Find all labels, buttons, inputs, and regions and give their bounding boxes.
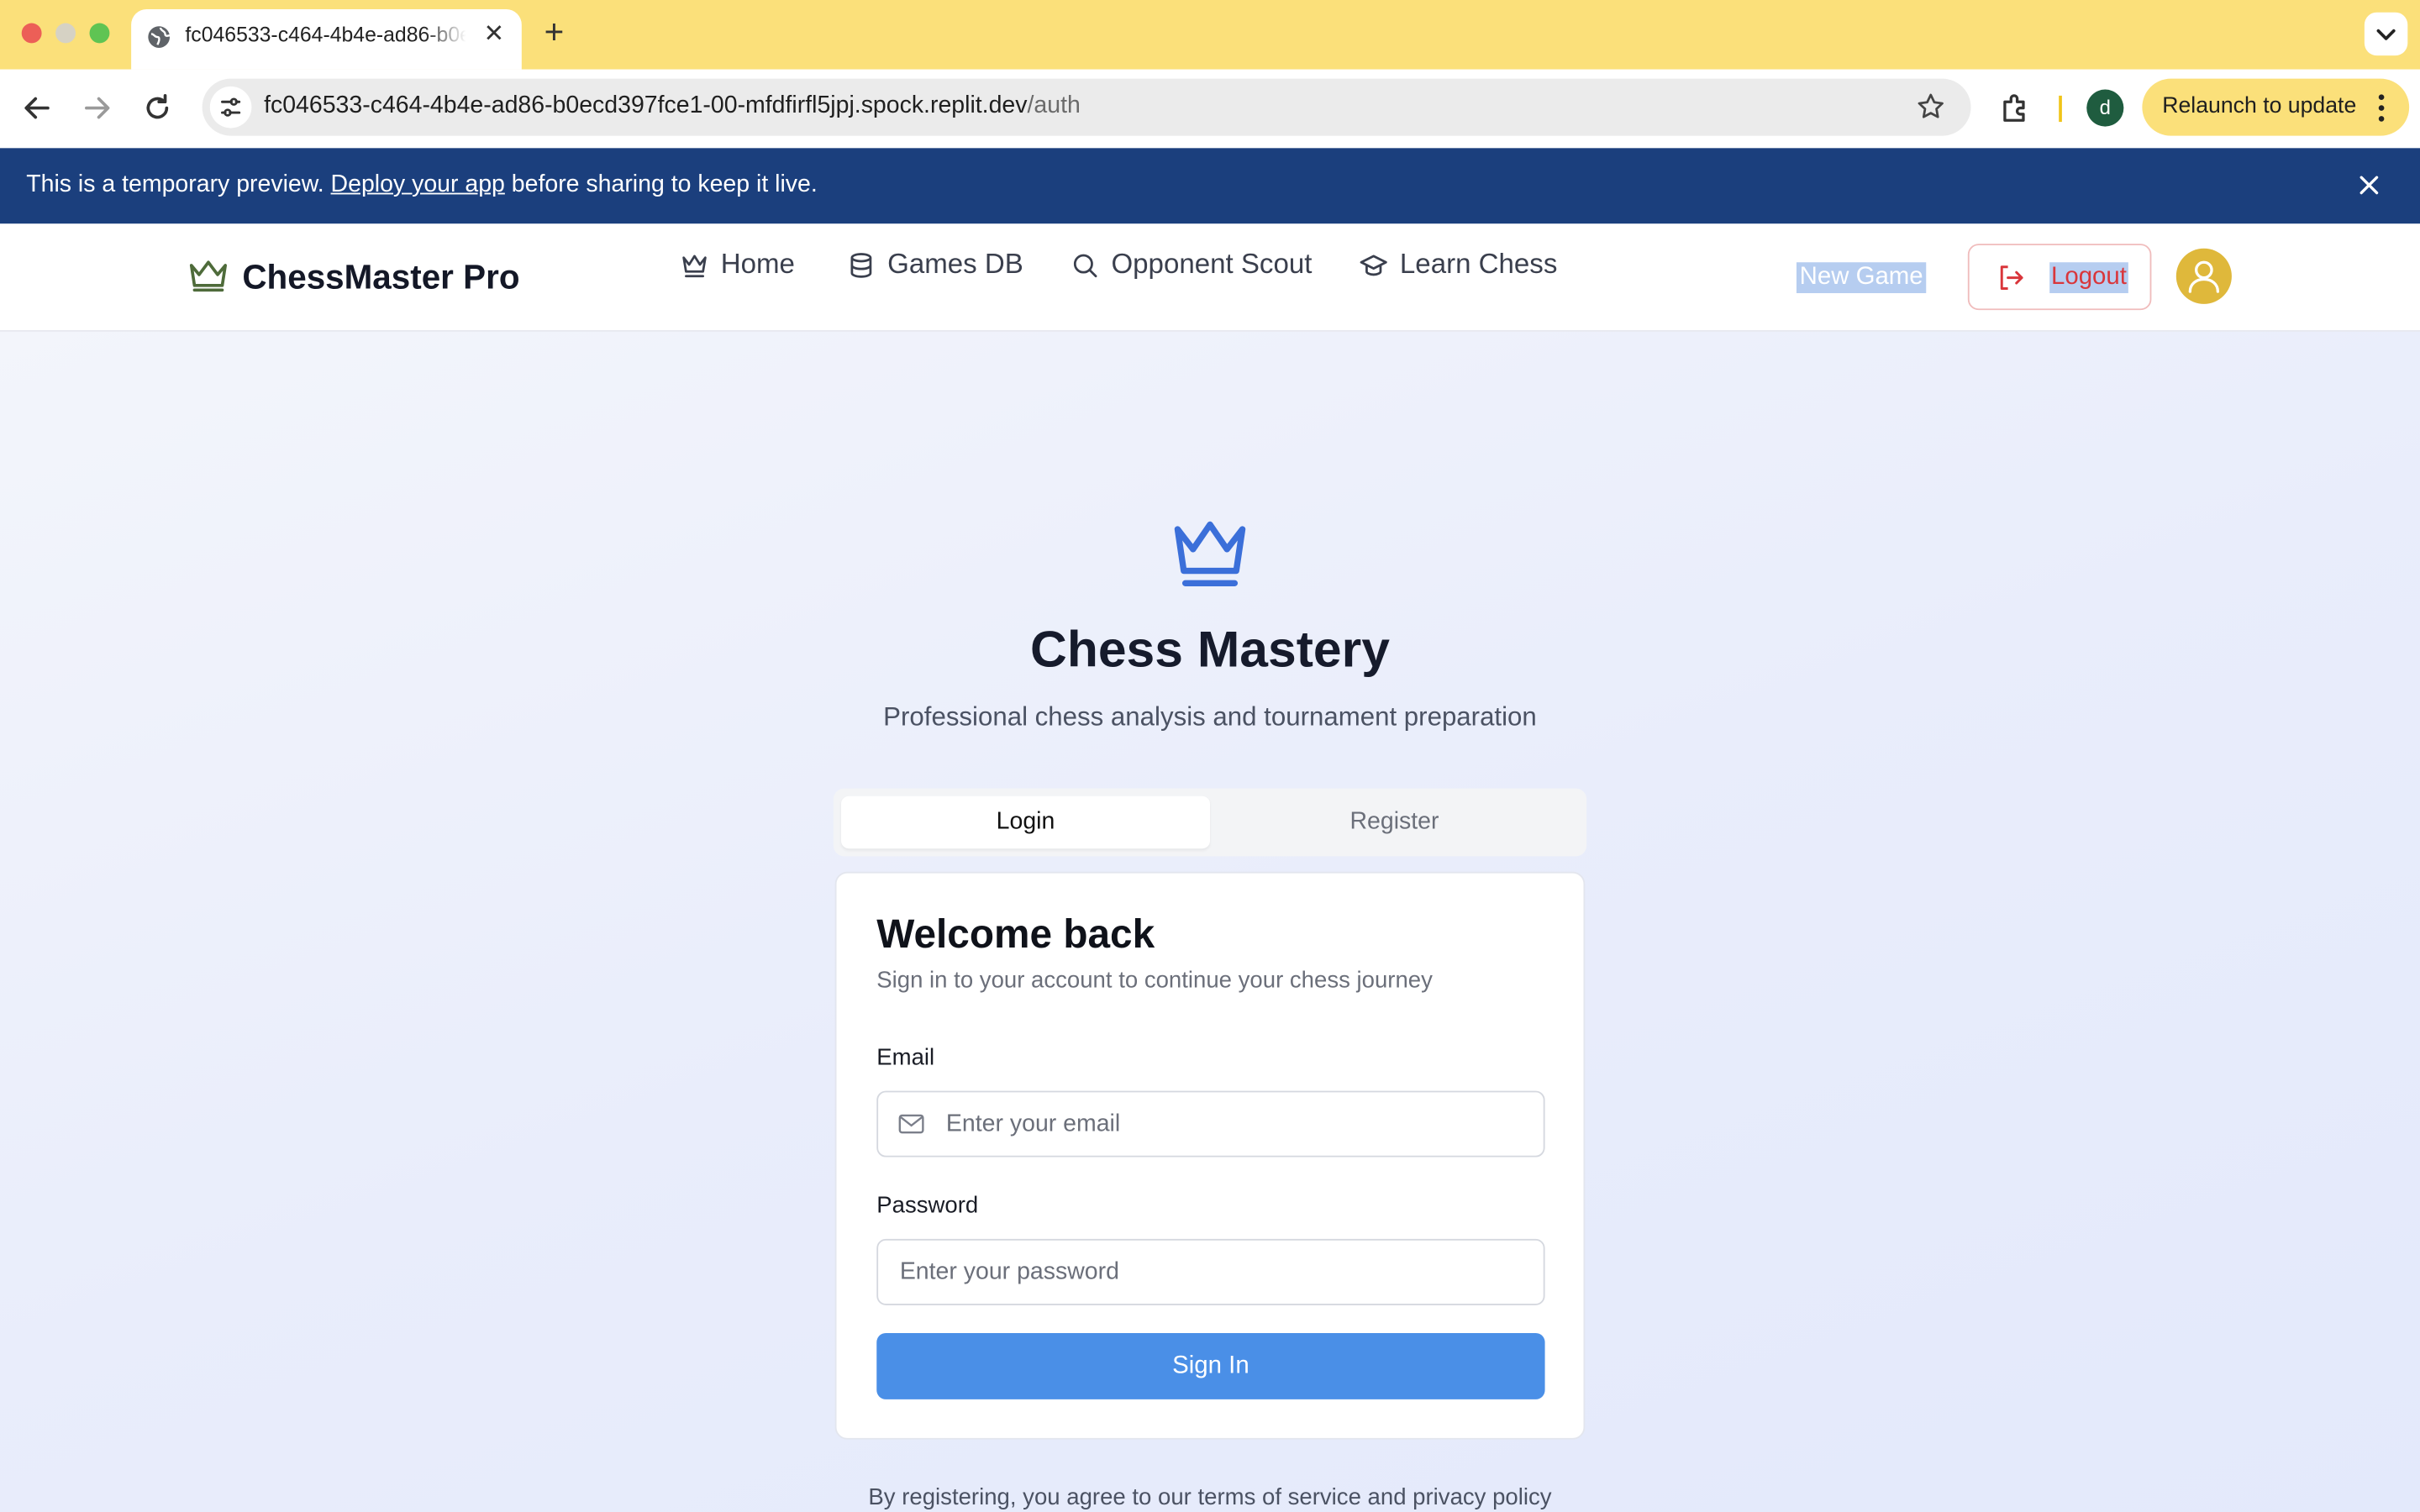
more-vertical-icon xyxy=(2378,94,2385,122)
password-label: Password xyxy=(876,1192,979,1220)
login-card: Welcome back Sign in to your account to … xyxy=(834,871,1586,1440)
browser-tab-strip: fc046533-c464-4b4e-ad86-b0ecd397fce1-00-… xyxy=(0,0,2420,70)
email-label: Email xyxy=(876,1044,935,1071)
close-icon[interactable] xyxy=(2352,168,2386,202)
tab-register[interactable]: Register xyxy=(1210,796,1579,848)
crown-logo-icon[interactable] xyxy=(187,258,229,295)
screen: fc046533-c464-4b4e-ad86-b0ecd397fce1-00-… xyxy=(0,0,2420,1512)
nav-learn-chess-label: Learn Chess xyxy=(1399,248,1558,280)
site-info-button[interactable] xyxy=(209,86,252,129)
sign-in-button[interactable]: Sign In xyxy=(876,1332,1545,1399)
back-icon[interactable] xyxy=(20,91,54,124)
login-subtitle: Sign in to your account to continue your… xyxy=(876,967,1433,994)
crown-icon xyxy=(1174,521,1246,586)
toolbar-divider xyxy=(2059,95,2062,123)
graduation-cap-icon xyxy=(1360,255,1387,276)
reload-icon[interactable] xyxy=(140,91,174,124)
tab-title: fc046533-c464-4b4e-ad86-b0ecd397fce1-00-… xyxy=(185,23,466,47)
logout-button[interactable]: Logout xyxy=(1967,244,2152,311)
search-icon xyxy=(1073,254,1097,278)
relaunch-button[interactable]: Relaunch to update xyxy=(2142,78,2410,136)
nav-games-db-label: Games DB xyxy=(887,248,1023,280)
app-header: ChessMaster Pro Home Games DB Opponent S… xyxy=(0,223,2420,332)
banner-text: This is a temporary preview. Deploy your… xyxy=(26,171,818,198)
page-subtitle: Professional chess analysis and tourname… xyxy=(883,701,1537,732)
maximize-window-button[interactable] xyxy=(89,23,110,44)
new-game-button[interactable]: New Game xyxy=(1796,262,1927,293)
mail-icon xyxy=(898,1114,924,1134)
auth-page: Chess Mastery Professional chess analysi… xyxy=(0,331,2420,1512)
bookmark-star-icon[interactable] xyxy=(1915,91,1946,122)
browser-toolbar: fc046533-c464-4b4e-ad86-b0ecd397fce1-00-… xyxy=(0,69,2420,149)
login-title: Welcome back xyxy=(876,910,1155,957)
brand-name[interactable]: ChessMaster Pro xyxy=(242,258,519,298)
url-text: fc046533-c464-4b4e-ad86-b0ecd397fce1-00-… xyxy=(264,92,1081,119)
password-field[interactable] xyxy=(876,1238,1545,1305)
deploy-link[interactable]: Deploy your app xyxy=(331,171,505,197)
nav-home-label: Home xyxy=(720,248,795,280)
globe-icon xyxy=(148,26,171,48)
close-window-button[interactable] xyxy=(21,23,42,44)
nav-opponent-scout-label: Opponent Scout xyxy=(1111,248,1313,280)
forward-icon[interactable] xyxy=(81,91,114,124)
address-bar[interactable]: fc046533-c464-4b4e-ad86-b0ecd397fce1-00-… xyxy=(202,78,1971,136)
tab-register-label: Register xyxy=(1349,808,1439,835)
user-icon xyxy=(2188,260,2220,293)
extensions-puzzle-icon[interactable] xyxy=(1999,91,2033,124)
tab-login-label: Login xyxy=(996,808,1055,835)
auth-tabs: Login Register xyxy=(833,788,1587,857)
preview-banner: This is a temporary preview. Deploy your… xyxy=(0,148,2420,224)
logout-icon xyxy=(2000,265,2023,290)
profile-avatar[interactable]: d xyxy=(2086,89,2124,127)
chevron-down-icon xyxy=(2376,29,2396,40)
browser-tab-active[interactable]: fc046533-c464-4b4e-ad86-b0ecd397fce1-00-… xyxy=(131,9,522,70)
new-tab-button[interactable]: + xyxy=(537,14,571,49)
user-avatar[interactable] xyxy=(2175,248,2232,304)
database-icon xyxy=(850,253,872,278)
tab-login[interactable]: Login xyxy=(841,795,1210,849)
page-title: Chess Mastery xyxy=(1030,620,1390,678)
terms-note: By registering, you agree to our terms o… xyxy=(868,1483,1552,1511)
tab-search-button[interactable] xyxy=(2364,12,2408,56)
email-field[interactable] xyxy=(876,1090,1545,1158)
tab-close-icon[interactable]: ✕ xyxy=(480,22,508,50)
crown-icon xyxy=(682,255,707,278)
logout-label: Logout xyxy=(2049,262,2128,293)
minimize-window-button[interactable] xyxy=(55,23,76,44)
relaunch-label: Relaunch to update xyxy=(2162,94,2357,119)
tune-icon xyxy=(221,97,241,117)
